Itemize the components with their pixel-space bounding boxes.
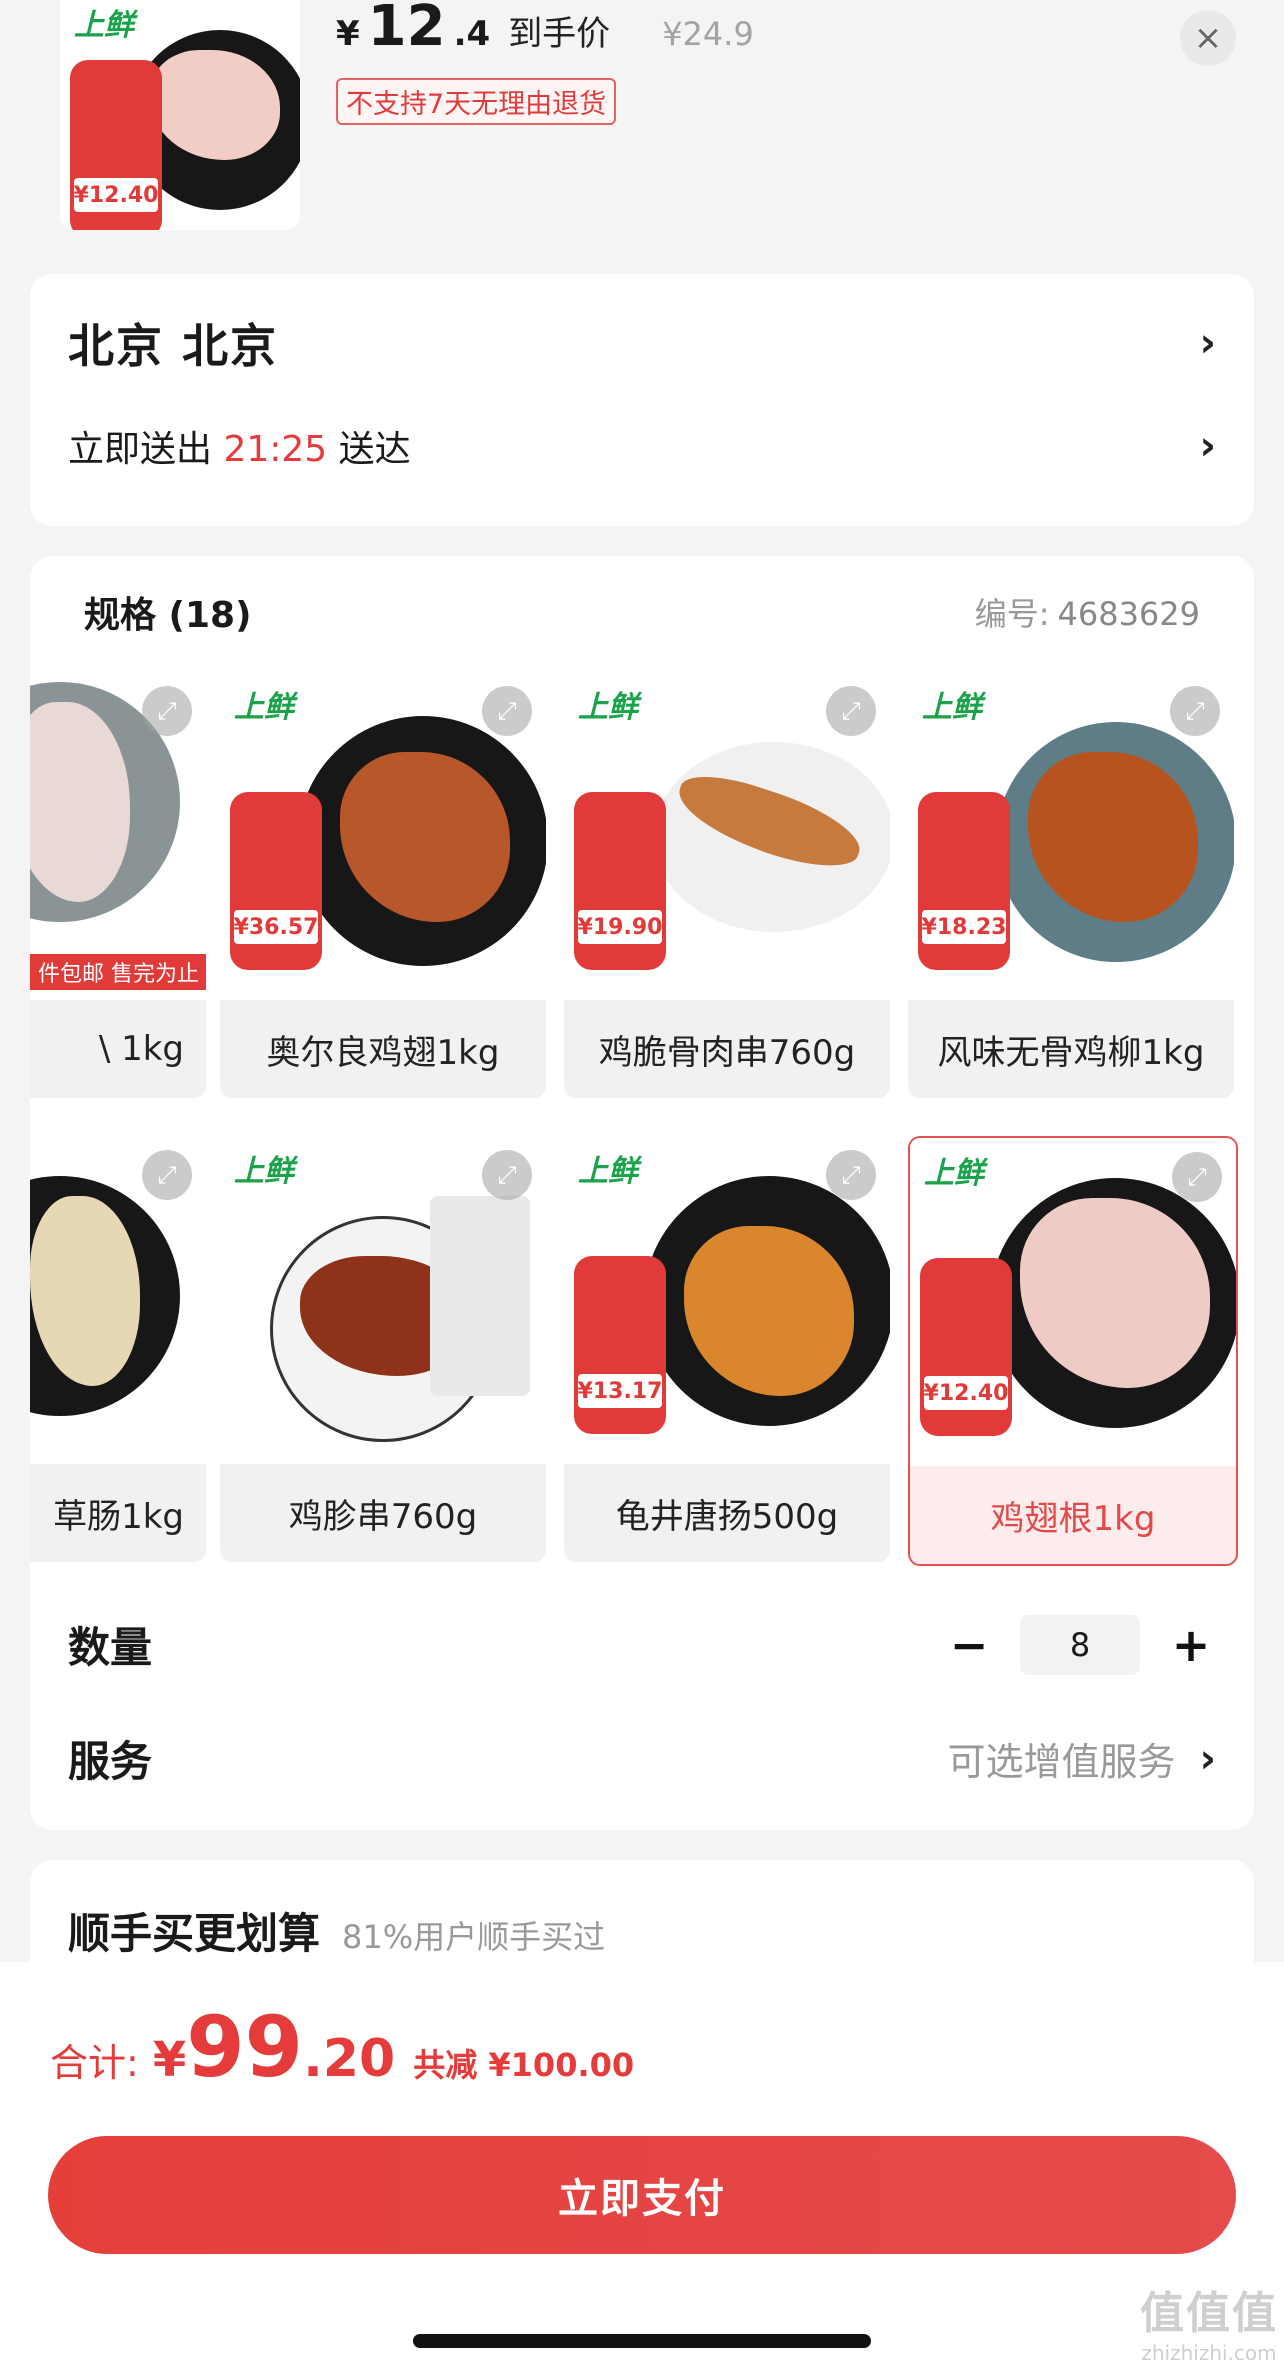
spec-option-name: 龟井唐扬500g: [615, 1496, 839, 1537]
spec-option-tile[interactable]: 上鲜 ¥19.90 ⤢ 鸡脆骨肉串760g: [564, 672, 890, 1098]
product-number: 编号: 4683629: [975, 589, 1200, 635]
quantity-label: 数量: [68, 1623, 153, 1672]
expand-icon[interactable]: ⤢: [1172, 1152, 1222, 1202]
spec-option-name: 鸡翅根1kg: [990, 1498, 1156, 1539]
address-location: 北京 北京: [68, 319, 279, 373]
brand-logo: 上鲜: [922, 690, 982, 725]
expand-icon[interactable]: ⤢: [826, 686, 876, 736]
spec-option-tile[interactable]: 件包邮 售完为止 ⤢ \ 1kg: [30, 672, 206, 1098]
watermark: 值值值 zhizhizhi.com: [1140, 2277, 1278, 2365]
package-image: [430, 1196, 530, 1396]
expand-icon[interactable]: ⤢: [482, 686, 532, 736]
bundle-subtitle: 81%用户顺手买过: [342, 1918, 606, 1956]
spec-option-tile[interactable]: 上鲜 ¥36.57 ⤢ 奥尔良鸡翅1kg: [220, 672, 546, 1098]
product-number-label: 编号:: [974, 595, 1050, 633]
address-card: 北京 北京 › 立即送出 21:25 送达 ›: [30, 274, 1254, 526]
plus-button[interactable]: +: [1166, 1618, 1216, 1672]
total-decimal: .20: [303, 2029, 396, 2089]
total-label: 合计:: [50, 2041, 139, 2085]
delivery-suffix: 送达: [338, 429, 411, 470]
promo-price: ¥12.40: [924, 1376, 1008, 1410]
brand-logo: 上鲜: [234, 690, 294, 725]
bundle-header: 顺手买更划算 81%用户顺手买过: [68, 1900, 605, 1961]
pay-now-button[interactable]: 立即支付: [48, 2136, 1236, 2254]
spec-option-tile[interactable]: 上鲜 ¥18.23 ⤢ 风味无骨鸡柳1kg: [908, 672, 1234, 1098]
product-number-value: 4683629: [1057, 595, 1200, 633]
total-discount: 共减 ¥100.00: [413, 2046, 635, 2084]
service-row[interactable]: 服务 可选增值服务 ›: [68, 1728, 1216, 1789]
service-label: 服务: [68, 1737, 153, 1786]
checkout-bar: 合计: ¥ 99 .20 共减 ¥100.00 立即支付 值值值 zhizhiz…: [0, 1962, 1284, 2377]
chevron-right-icon: ›: [1199, 423, 1216, 469]
watermark-sub: zhizhizhi.com: [1141, 2341, 1277, 2365]
spec-option-tile[interactable]: 上鲜 ¥13.17 ⤢ 龟井唐扬500g: [564, 1136, 890, 1562]
spec-option-name: 草肠1kg: [53, 1496, 184, 1537]
chevron-right-icon: ›: [1199, 320, 1216, 366]
address-row[interactable]: 北京 北京 ›: [68, 310, 1216, 376]
promo-price: ¥19.90: [578, 910, 662, 944]
expand-icon[interactable]: ⤢: [142, 1150, 192, 1200]
promo-lantern: ¥13.17: [574, 1256, 666, 1434]
expand-icon[interactable]: ⤢: [482, 1150, 532, 1200]
promo-lantern: ¥36.57: [230, 792, 322, 970]
quantity-row: 数量 − 8 +: [68, 1614, 1216, 1675]
service-value: 可选增值服务: [947, 1740, 1176, 1784]
delivery-text: 立即送出 21:25 送达: [68, 420, 411, 472]
promo-lantern: ¥19.90: [574, 792, 666, 970]
close-icon: ×: [1193, 18, 1223, 58]
promo-price: ¥13.17: [578, 1374, 662, 1408]
quantity-stepper: − 8 +: [944, 1614, 1216, 1675]
total-row: 合计: ¥ 99 .20 共减 ¥100.00: [50, 1998, 634, 2096]
spec-option-name: \ 1kg: [98, 1029, 184, 1069]
promo-banner: 件包邮 售完为止: [30, 954, 206, 990]
delivery-time-row[interactable]: 立即送出 21:25 送达 ›: [68, 420, 1216, 472]
spec-header: 规格 (18) 编号: 4683629: [84, 586, 1200, 638]
watermark-main: 值值值: [1140, 2288, 1278, 2339]
expand-icon[interactable]: ⤢: [1170, 686, 1220, 736]
promo-lantern: ¥12.40: [70, 60, 162, 230]
brand-logo: 上鲜: [234, 1154, 294, 1189]
brand-logo: 上鲜: [924, 1156, 984, 1191]
price-decimal: .4: [453, 14, 491, 54]
total-currency: ¥: [152, 2032, 187, 2088]
spec-option-name: 鸡脆骨肉串760g: [598, 1032, 856, 1073]
promo-lantern: ¥12.40: [920, 1258, 1012, 1436]
price-label: 到手价: [508, 14, 611, 54]
promo-price: ¥18.23: [922, 910, 1006, 944]
product-summary-header: 上鲜 ¥12.40 ¥ 12 .4 到手价 ¥24.9 不支持7天无理由退货 ×: [0, 0, 1284, 274]
delivery-time: 21:25: [223, 429, 328, 470]
currency-symbol: ¥: [336, 14, 360, 54]
home-indicator[interactable]: [413, 2334, 871, 2348]
chevron-right-icon: ›: [1199, 1735, 1216, 1782]
spec-card: 规格 (18) 编号: 4683629 件包邮 售完为止 ⤢ \ 1kg 上鲜 ¥…: [30, 556, 1254, 1830]
spec-option-tile[interactable]: 上鲜 ⤢ 鸡胗串760g: [220, 1136, 546, 1562]
brand-logo: 上鲜: [578, 1154, 638, 1189]
promo-lantern: ¥18.23: [918, 792, 1010, 970]
quantity-input[interactable]: 8: [1020, 1614, 1140, 1675]
product-thumbnail: 上鲜 ¥12.40: [60, 0, 300, 230]
thumb-price-tag: ¥12.40: [74, 178, 158, 212]
original-price: ¥24.9: [662, 15, 754, 53]
spec-option-tile-selected[interactable]: 上鲜 ¥12.40 ⤢ 鸡翅根1kg: [908, 1136, 1238, 1566]
minus-button[interactable]: −: [944, 1618, 994, 1672]
price-line: ¥ 12 .4 到手价 ¥24.9: [336, 0, 754, 64]
expand-icon[interactable]: ⤢: [826, 1150, 876, 1200]
spec-title: 规格 (18): [84, 595, 252, 636]
brand-logo: 上鲜: [74, 8, 134, 43]
return-policy-badge: 不支持7天无理由退货: [336, 78, 617, 125]
promo-price: ¥36.57: [234, 910, 318, 944]
spec-option-name: 奥尔良鸡翅1kg: [266, 1032, 500, 1073]
bundle-title: 顺手买更划算: [68, 1909, 321, 1958]
spec-option-tile[interactable]: ⤢ 草肠1kg: [30, 1136, 206, 1562]
delivery-prefix: 立即送出: [68, 429, 213, 470]
price-integer: 12: [367, 0, 446, 59]
service-selector: 可选增值服务 ›: [948, 1731, 1217, 1786]
spec-option-name: 鸡胗串760g: [288, 1496, 478, 1537]
total-integer: 99: [186, 1998, 304, 2096]
close-button[interactable]: ×: [1180, 10, 1236, 66]
expand-icon[interactable]: ⤢: [142, 686, 192, 736]
spec-option-name: 风味无骨鸡柳1kg: [937, 1032, 1205, 1073]
brand-logo: 上鲜: [578, 690, 638, 725]
